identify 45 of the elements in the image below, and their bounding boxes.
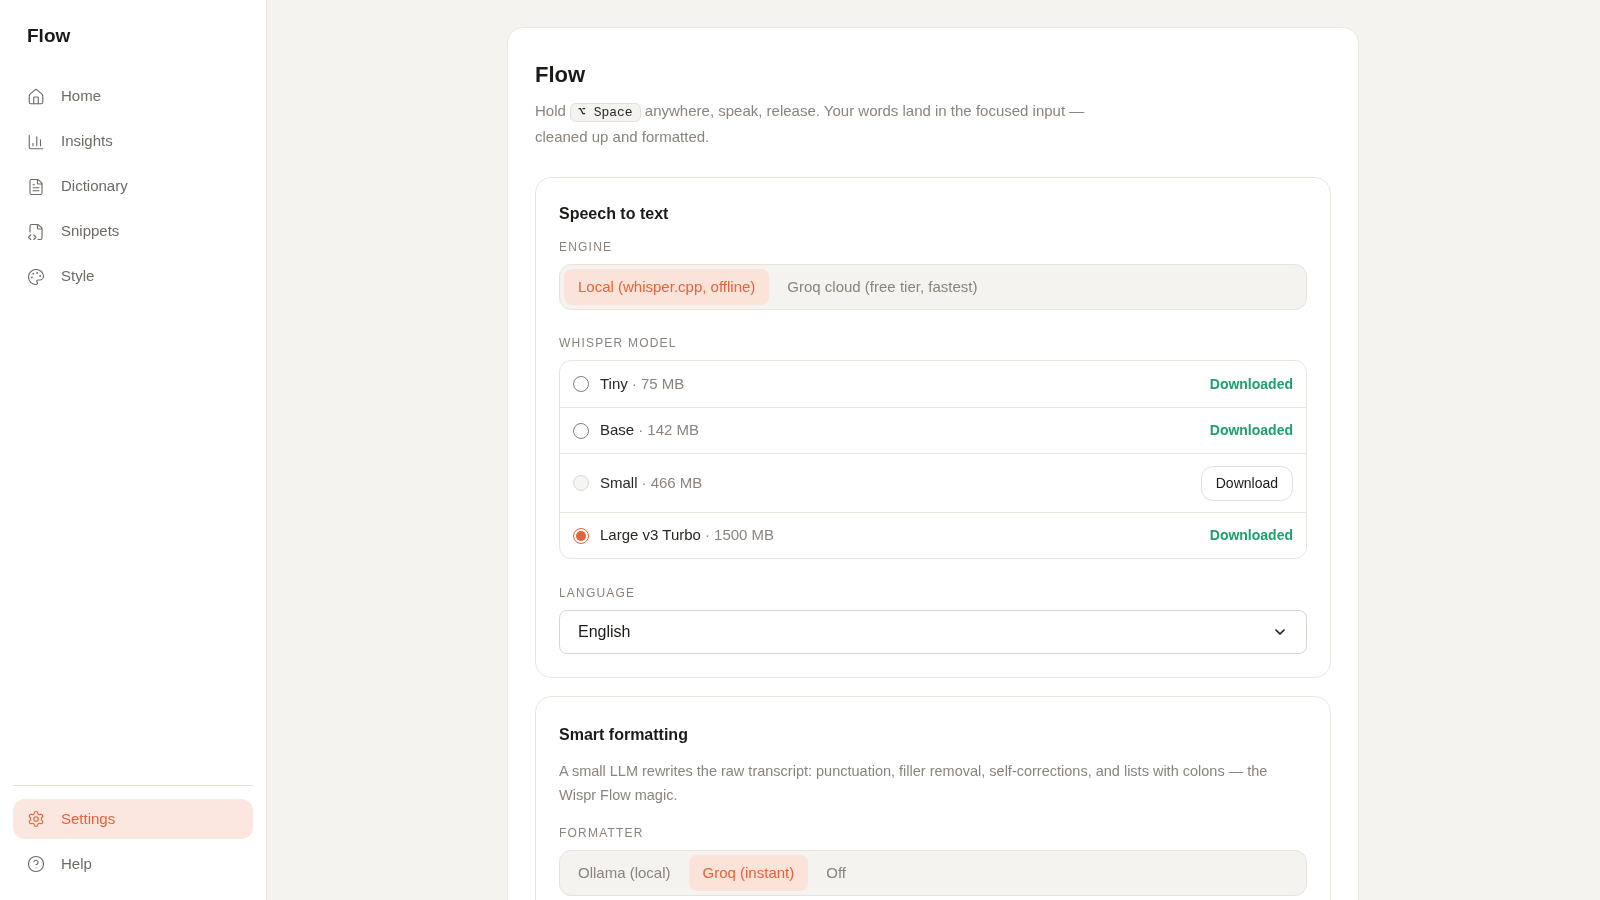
field-label: FORMATTER — [559, 825, 645, 842]
sidebar-item[interactable]: Settings — [13, 799, 253, 839]
model-name: Tiny — [600, 373, 628, 394]
document-icon — [27, 177, 45, 196]
field-label: ENGINE — [559, 239, 614, 256]
segment-option[interactable]: Local (whisper.cpp, offline) — [564, 269, 770, 305]
model-size: · 466 MB — [641, 472, 703, 493]
page-description: Hold ⌥ Space anywhere, speak, release. Your words land in the focused input — cleaned up and formatted. — [535, 101, 1086, 147]
sidebar-item[interactable]: Snippets — [13, 211, 253, 252]
language-dropdown[interactable]: English — [559, 610, 1307, 654]
segment-option[interactable]: Off — [812, 855, 860, 891]
segment-option[interactable]: Groq (instant) — [688, 855, 809, 891]
field-label: LANGUAGE — [559, 585, 637, 602]
model-size: · 142 MB — [638, 420, 700, 441]
sidebar-item[interactable]: Dictionary — [13, 166, 253, 207]
model-name: Small — [600, 472, 638, 493]
section-title: Smart formatting — [559, 725, 689, 745]
section-title: Speech to text — [559, 204, 670, 224]
sidebar-item[interactable]: Insights — [13, 121, 253, 162]
model-row[interactable]: Base · 142 MB Downloaded — [560, 407, 1306, 453]
app-title: Flow — [26, 24, 72, 48]
model-name: Base — [600, 420, 635, 441]
sidebar-item[interactable]: Help — [13, 844, 253, 884]
palette-icon — [27, 267, 45, 286]
sidebar-item[interactable]: Style — [13, 256, 253, 297]
model-size: · 75 MB — [631, 373, 685, 394]
help-icon — [27, 855, 45, 873]
download-status: Downloaded — [1209, 526, 1293, 545]
home-icon — [27, 87, 45, 106]
model-name: Large v3 Turbo — [600, 525, 701, 546]
download-status: Downloaded — [1209, 374, 1293, 394]
model-row[interactable]: Large v3 Turbo · 1500 MB Downloaded — [560, 512, 1306, 558]
sidebar-item[interactable]: Home — [13, 76, 253, 117]
page-title: Flow — [535, 61, 587, 89]
shortcut-key: ⌥ Space — [570, 103, 641, 122]
settings-icon — [27, 810, 45, 828]
field-label: WHISPER MODEL — [559, 335, 678, 352]
model-row[interactable]: Tiny · 75 MB Downloaded — [560, 361, 1306, 407]
model-size: · 1500 MB — [704, 525, 775, 546]
bar-chart-icon — [27, 132, 45, 151]
segment-option[interactable]: Groq cloud (free tier, fastest) — [773, 269, 992, 305]
segment-option[interactable]: Ollama (local) — [564, 855, 685, 891]
section-description: A small LLM rewrites the raw transcript: punctuation, filler removal, self-corrections, and lists with colons — the Wispr Flow magic. — [559, 762, 1269, 805]
code-file-icon — [27, 222, 45, 241]
download-status: Downloaded — [1209, 421, 1293, 440]
